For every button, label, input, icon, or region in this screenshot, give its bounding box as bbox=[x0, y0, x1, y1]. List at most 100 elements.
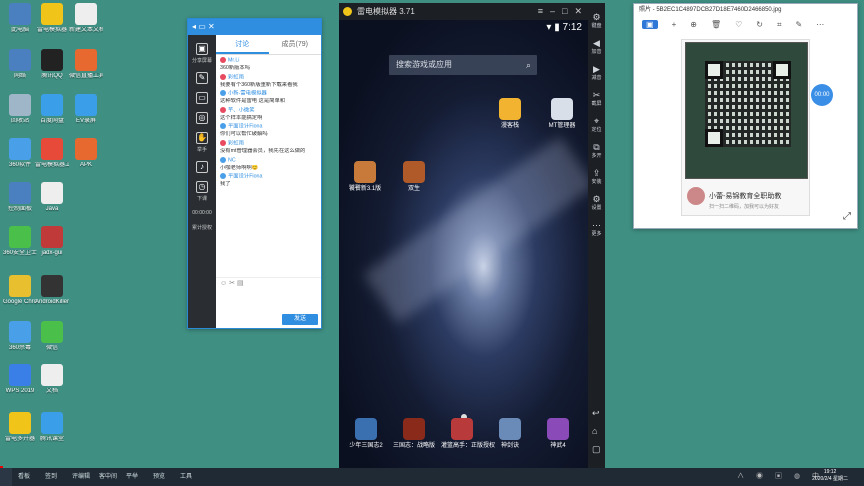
android-screen[interactable]: ▾ ▮ 7:12 搜索游戏或应用 ⌕ 漫客栈 MT管理器 饕餮新3.1版 双生 少年三国… bbox=[339, 20, 588, 468]
crop-icon[interactable]: ⌗ bbox=[777, 20, 782, 30]
taskbar-item[interactable]: 客中间 bbox=[99, 468, 126, 486]
emulator-side-label: 加音 bbox=[591, 49, 602, 55]
chat-side-item[interactable]: 累计授权 bbox=[188, 224, 216, 231]
expand-icon[interactable]: ⤢ bbox=[843, 211, 851, 222]
emulator-side-button[interactable]: ⚙ 设置 bbox=[588, 194, 605, 211]
zoom-icon[interactable]: ⊕ bbox=[690, 20, 697, 29]
desktop-icon[interactable]: 网络 bbox=[3, 49, 37, 80]
chat-side-label: 累计授权 bbox=[191, 225, 212, 231]
clock[interactable]: 19:12 2020/2/4 星期二 bbox=[812, 469, 848, 483]
emulator-titlebar[interactable]: 雷电模拟器 3.71 ≡–□✕« bbox=[339, 3, 605, 20]
scissors-icon[interactable]: ✂ bbox=[229, 280, 235, 287]
chat-side-item[interactable]: ✋ 举手 bbox=[188, 132, 216, 153]
avatar bbox=[220, 106, 226, 113]
desktop-icon[interactable]: 雷电多开器 bbox=[3, 412, 37, 443]
desktop-icon[interactable]: 360安全卫士 bbox=[3, 226, 37, 257]
taskbar-item[interactable]: 平举 bbox=[126, 468, 153, 486]
taskbar-item[interactable]: 看板 bbox=[18, 468, 45, 486]
desktop-icon[interactable]: 文档 bbox=[35, 364, 69, 395]
nav-button[interactable]: ▢ bbox=[592, 444, 601, 455]
emulator-side-label: 安装 bbox=[591, 179, 602, 185]
app-icon[interactable]: 饕餮新3.1版 bbox=[344, 161, 386, 193]
chat-side-item[interactable]: ♪ bbox=[188, 161, 216, 173]
start-button[interactable] bbox=[0, 468, 12, 486]
tab-discuss[interactable]: 讨论 bbox=[216, 35, 269, 54]
taskbar-item[interactable]: 签到 bbox=[45, 468, 72, 486]
message-sender: 平面设计Fiona bbox=[220, 123, 317, 131]
emulator-side-button[interactable]: ⇪ 安装 bbox=[588, 168, 605, 185]
desktop-icon[interactable]: 腾讯QQ bbox=[35, 49, 69, 80]
desktop-icon[interactable]: 雷电模拟器 bbox=[35, 3, 69, 34]
chat-side-item[interactable]: ▭ bbox=[188, 92, 216, 104]
desktop-icon[interactable]: 回收站 bbox=[3, 94, 37, 125]
dock-app-icon[interactable]: 灌篮高手：正版授权 bbox=[441, 418, 495, 450]
desktop-icon[interactable]: 此电脑 bbox=[3, 3, 37, 34]
dock-app-icon[interactable]: 三国志：战略版 bbox=[393, 418, 435, 450]
desktop-icon[interactable]: 雷电模拟器工具 bbox=[35, 138, 69, 169]
desktop-icon[interactable]: 微信 bbox=[35, 321, 69, 352]
desktop-icon[interactable]: 百度网盘 bbox=[35, 94, 69, 125]
emulator-side-button[interactable]: ✂ 截屏 bbox=[588, 90, 605, 107]
app-icon[interactable]: 双生 bbox=[393, 161, 435, 193]
system-tray[interactable]: ∧ ◉ ▣ ◍ 中 bbox=[737, 468, 824, 486]
emulator-side-button[interactable]: ⧉ 多开 bbox=[588, 142, 605, 159]
emulator-side-button[interactable]: ▶ 减音 bbox=[588, 64, 605, 81]
tab-members[interactable]: 成员(79) bbox=[269, 35, 322, 54]
battery-icon: ▮ bbox=[554, 22, 560, 33]
delete-icon[interactable]: 🗑 bbox=[711, 20, 721, 29]
photo-viewer-title[interactable]: 照片 - 5B2EC1C4897DCB27D18E7460D2466850.jp… bbox=[634, 4, 857, 17]
chat-side-item[interactable]: ✎ bbox=[188, 72, 216, 84]
desktop-icon[interactable]: 控制面板 bbox=[3, 182, 37, 213]
desktop-icon[interactable]: 360软件 bbox=[3, 138, 37, 169]
search-icon[interactable]: ⌕ bbox=[526, 55, 531, 75]
emulator-side-button[interactable]: ⚙ 键盘 bbox=[588, 12, 605, 29]
more-icon[interactable]: ⋯ bbox=[816, 20, 824, 29]
chat-side-item[interactable]: ◷ 下课 bbox=[188, 181, 216, 202]
image-icon[interactable]: ▤ bbox=[237, 280, 244, 287]
desktop-icon[interactable]: APK bbox=[69, 138, 103, 169]
dock-app-icon[interactable]: 神剑诀 bbox=[489, 418, 531, 450]
nav-button[interactable]: ↩ bbox=[592, 408, 600, 419]
app-icon[interactable]: 漫客栈 bbox=[489, 98, 531, 130]
emulator-side-button[interactable]: ⋯ 更多 bbox=[588, 220, 605, 237]
desktop-icon[interactable]: Java bbox=[35, 182, 69, 213]
heart-icon[interactable]: ♡ bbox=[735, 20, 742, 29]
taskbar-item[interactable]: 工具 bbox=[180, 468, 207, 486]
desktop-icon[interactable]: AndroidKiller bbox=[35, 275, 69, 306]
cloud-icon bbox=[41, 94, 63, 116]
chat-side-item[interactable]: ◎ bbox=[188, 112, 216, 124]
desktop-icon[interactable]: 微信直播工具 bbox=[69, 49, 103, 80]
timer-badge[interactable]: 00:00 bbox=[811, 84, 833, 106]
send-button[interactable]: 发送 bbox=[282, 314, 318, 325]
desktop-icon-label: 微信 bbox=[45, 345, 58, 351]
emulator-side-button[interactable]: ◀ 加音 bbox=[588, 38, 605, 55]
app-icon[interactable]: MT管理器 bbox=[541, 98, 583, 130]
dock-app-icon[interactable]: 少年三国志2 bbox=[345, 418, 387, 450]
dock-app-icon[interactable]: 神武4 bbox=[537, 418, 579, 450]
emulator-side-button[interactable]: ⌖ 定位 bbox=[588, 116, 605, 133]
desktop-icon[interactable]: 360杀毒 bbox=[3, 321, 37, 352]
add-icon[interactable]: + bbox=[672, 20, 677, 29]
nav-button[interactable]: ⌂ bbox=[592, 426, 597, 436]
taskbar-item[interactable]: 评编辑 bbox=[72, 468, 99, 486]
taskbar-item[interactable]: 预览 bbox=[153, 468, 180, 486]
desktop-icon[interactable]: jadx-gui bbox=[35, 226, 69, 257]
chat-titlebar[interactable]: ◂ ▭ ✕ bbox=[188, 19, 321, 35]
emulator-title: 雷电模拟器 3.71 bbox=[357, 7, 415, 16]
rotate-icon[interactable]: ↻ bbox=[756, 20, 763, 29]
desktop-icon[interactable]: EV录屏 bbox=[69, 94, 103, 125]
live-tool-icon bbox=[75, 49, 97, 71]
edit-icon[interactable]: ✎ bbox=[795, 20, 802, 29]
chat-side-item[interactable]: 00:00:00 bbox=[188, 210, 216, 216]
desktop-icon[interactable]: 新建文本文档 bbox=[69, 3, 103, 34]
chat-side-item[interactable]: ▣ 分享屏幕 bbox=[188, 43, 216, 64]
chat-side-label: 分享屏幕 bbox=[191, 58, 212, 64]
emoji-icon[interactable]: ☺ bbox=[220, 280, 227, 287]
desktop-icon[interactable]: WPS 2019 bbox=[3, 364, 37, 395]
desktop-icon[interactable]: 腾讯课堂 bbox=[35, 412, 69, 443]
desktop-icon[interactable]: Google Chrome bbox=[3, 275, 37, 306]
collection-icon[interactable]: ▣ bbox=[642, 20, 658, 29]
search-bar[interactable]: 搜索游戏或应用 ⌕ bbox=[389, 55, 537, 75]
qr-hint: 扫一扫二维码，加我可以为好友 bbox=[709, 204, 780, 210]
chat-side-label: 00:00:00 bbox=[192, 210, 212, 216]
